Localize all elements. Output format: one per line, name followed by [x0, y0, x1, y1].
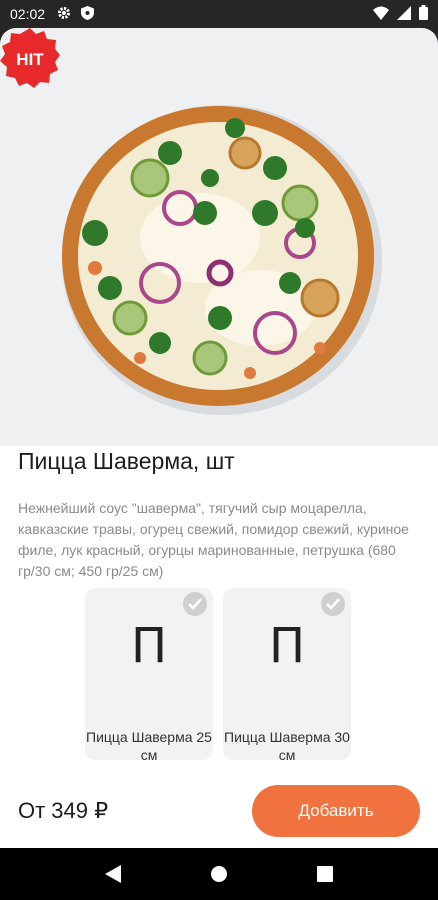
check-icon	[183, 592, 207, 616]
hit-badge-label: HIT	[16, 50, 44, 69]
option-label: Пицца Шаверма 25 см	[86, 729, 212, 760]
option-image-placeholder: П	[130, 618, 168, 674]
product-price: От 349 ₽	[18, 798, 109, 823]
product-title: Пицца Шаверма, шт	[18, 448, 235, 474]
battery-icon	[419, 5, 428, 23]
pizza-illustration	[62, 105, 382, 415]
product-image: HIT	[0, 28, 438, 446]
option-label: Пицца Шаверма 30 см	[224, 729, 350, 760]
option-card-25cm[interactable]: П Пицца Шаверма 25 см	[85, 588, 213, 760]
status-bar: 02:02	[0, 0, 438, 28]
add-to-cart-button[interactable]: Добавить	[252, 785, 420, 837]
status-time: 02:02	[10, 6, 46, 22]
gear-icon	[57, 6, 71, 23]
option-image-placeholder: П	[268, 618, 306, 674]
signal-icon	[397, 5, 411, 23]
recents-icon[interactable]	[305, 854, 345, 894]
system-navigation-bar	[0, 848, 438, 900]
check-icon	[321, 592, 345, 616]
shield-icon	[81, 5, 95, 23]
product-description: Нежнейший соус "шаверма", тягучий сыр мо…	[18, 500, 409, 579]
back-icon[interactable]	[93, 854, 133, 894]
wifi-icon	[373, 6, 389, 23]
home-icon[interactable]	[199, 854, 239, 894]
option-card-30cm[interactable]: П Пицца Шаверма 30 см	[223, 588, 351, 760]
size-options: П Пицца Шаверма 25 см П Пицца Шаверма 30…	[85, 588, 351, 760]
hit-badge: HIT	[0, 28, 60, 88]
